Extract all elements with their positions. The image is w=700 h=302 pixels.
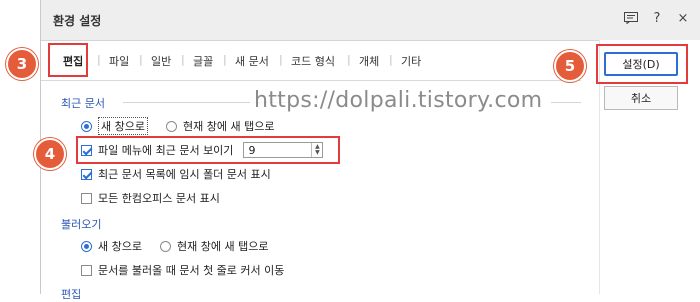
annotation-box-recent-count — [76, 136, 340, 164]
step-badge-5: 5 — [554, 50, 586, 82]
close-icon[interactable]: × — [675, 10, 691, 26]
section-divider — [551, 102, 581, 103]
section-title-open: 불러오기 — [61, 218, 102, 231]
radio-recent-new-tab[interactable] — [165, 120, 177, 132]
tab-separator: | — [97, 53, 101, 66]
cancel-button[interactable]: 취소 — [604, 86, 678, 110]
section-title-recent: 최근 문서 — [61, 97, 105, 110]
tab-separator: | — [279, 53, 283, 66]
recent-open-mode-row: 새 창으로 현재 창에 새 탭으로 — [81, 117, 274, 135]
watermark-text: https://dolpali.tistory.com — [250, 88, 547, 113]
checkbox-show-all-hancom[interactable] — [81, 192, 92, 204]
radio-recent-new-window[interactable] — [81, 120, 92, 132]
checkbox-show-temp-folder-label[interactable]: 최근 문서 목록에 임시 폴더 문서 표시 — [98, 166, 271, 182]
radio-open-new-window[interactable] — [81, 240, 92, 252]
radio-open-new-tab[interactable] — [159, 240, 171, 252]
dialog-title: 환경 설정 — [53, 14, 102, 28]
radio-open-new-tab-label[interactable]: 현재 창에 새 탭으로 — [177, 238, 268, 254]
title-bar-icons: ? × — [623, 10, 691, 26]
cursor-first-line-row: 문서를 불러올 때 문서 첫 줄로 커서 이동 — [81, 262, 284, 278]
tab-code-format[interactable]: 코드 형식 — [291, 53, 335, 69]
tab-separator: | — [181, 53, 185, 66]
tab-object[interactable]: 개체 — [359, 53, 379, 69]
show-temp-folder-row: 최근 문서 목록에 임시 폴더 문서 표시 — [81, 166, 271, 182]
tab-bar: 편집 | 파일 | 일반 | 글꼴 | 새 문서 | 코드 형식 | 개체 | … — [41, 40, 581, 81]
checkbox-show-temp-folder[interactable] — [81, 168, 92, 180]
tab-new-document[interactable]: 새 문서 — [235, 53, 269, 69]
checkbox-show-all-hancom-label[interactable]: 모든 한컴오피스 문서 표시 — [98, 190, 220, 206]
step-badge-4: 4 — [34, 138, 66, 170]
tab-file[interactable]: 파일 — [109, 53, 129, 69]
tab-separator: | — [389, 53, 393, 66]
show-all-hancom-row: 모든 한컴오피스 문서 표시 — [81, 190, 220, 206]
tab-separator: | — [139, 53, 143, 66]
step-badge-3: 3 — [6, 48, 38, 80]
radio-recent-new-tab-label[interactable]: 현재 창에 새 탭으로 — [183, 118, 274, 134]
radio-recent-new-window-label[interactable]: 새 창으로 — [98, 117, 148, 135]
tab-other[interactable]: 기타 — [401, 53, 421, 69]
memo-icon[interactable] — [623, 10, 639, 26]
checkbox-cursor-first-line[interactable] — [81, 264, 92, 276]
section-title-edit: 편집 — [61, 288, 82, 301]
tab-general[interactable]: 일반 — [151, 53, 171, 69]
tab-font[interactable]: 글꼴 — [193, 53, 213, 69]
checkbox-cursor-first-line-label[interactable]: 문서를 불러올 때 문서 첫 줄로 커서 이동 — [98, 262, 284, 278]
help-icon[interactable]: ? — [649, 10, 665, 26]
tab-separator: | — [223, 53, 227, 66]
annotation-box-ok — [596, 44, 688, 84]
open-mode-row: 새 창으로 현재 창에 새 탭으로 — [81, 238, 268, 254]
title-bar: 환경 설정 ? × — [41, 0, 700, 41]
radio-open-new-window-label[interactable]: 새 창으로 — [98, 238, 142, 254]
tab-separator: | — [347, 53, 351, 66]
annotation-box-tab — [48, 43, 88, 77]
